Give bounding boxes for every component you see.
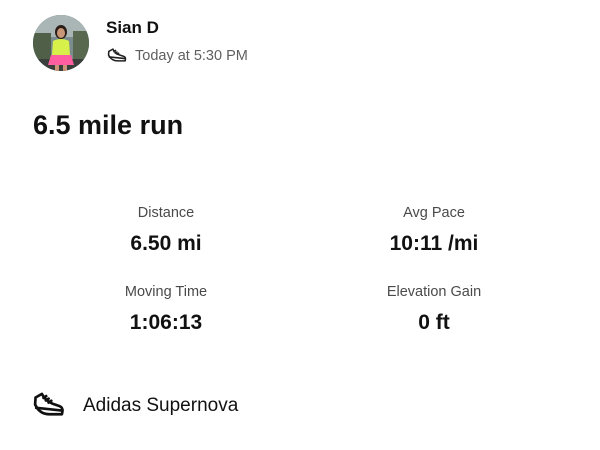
avatar[interactable] — [33, 15, 89, 71]
stat-label: Distance — [137, 205, 195, 221]
athlete-photo — [33, 15, 89, 71]
stat-value: 0 ft — [418, 311, 450, 334]
stat-label: Elevation Gain — [386, 284, 482, 300]
stat-distance: Distance 6.50 mi — [66, 204, 266, 257]
running-shoe-icon — [32, 389, 66, 423]
stat-avg-pace: Avg Pace 10:11 /mi — [334, 204, 534, 257]
activity-title[interactable]: 6.5 mile run — [33, 107, 183, 143]
stat-label: Moving Time — [124, 284, 208, 300]
activity-timestamp: Today at 5:30 PM — [135, 48, 248, 64]
stat-value: 6.50 mi — [130, 232, 202, 255]
stat-value: 1:06:13 — [129, 311, 203, 334]
stat-label: Avg Pace — [403, 205, 465, 221]
activity-meta: Today at 5:30 PM — [106, 45, 248, 67]
athlete-name[interactable]: Sian D — [106, 18, 159, 38]
stat-value: 10:11 /mi — [389, 232, 479, 255]
gear-name: Adidas Supernova — [83, 395, 239, 416]
stat-elevation-gain: Elevation Gain 0 ft — [334, 283, 534, 336]
running-shoe-icon — [106, 45, 128, 67]
stat-moving-time: Moving Time 1:06:13 — [66, 283, 266, 336]
gear-row[interactable]: Adidas Supernova — [32, 389, 238, 423]
